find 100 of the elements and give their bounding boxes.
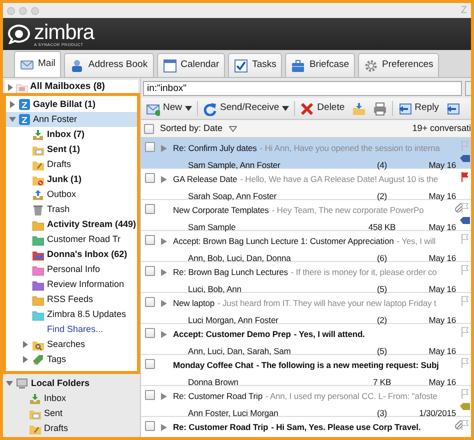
- account-name: Ann Foster: [33, 112, 78, 126]
- expand-arrow-icon[interactable]: [161, 269, 167, 276]
- flag-icon[interactable]: [460, 420, 468, 430]
- new-message-icon: [146, 102, 160, 116]
- junk-folder-icon: [32, 174, 44, 186]
- find-shares-link[interactable]: Find Shares...: [32, 322, 104, 336]
- flag-icon[interactable]: [460, 172, 468, 182]
- checkbox[interactable]: [145, 142, 155, 152]
- message-row[interactable]: GA Release Date - Hello, We have a GA Release Date! August 10 is the Sarah Soap, Ann Foster (2) May 16: [141, 169, 471, 200]
- folder-item[interactable]: Personal Info: [47, 262, 100, 276]
- message-date: May 16: [428, 252, 456, 264]
- expand-arrow-icon[interactable]: [161, 176, 167, 183]
- message-row[interactable]: Re: Brown Bag Lunch Lectures - If there is money for it, please order co Luci, Bob, Ann (5) May 16: [141, 262, 471, 293]
- sort-label[interactable]: Sorted by: Date: [160, 122, 223, 136]
- folder-item[interactable]: Customer Road Tr: [47, 232, 121, 246]
- person-icon: [70, 58, 84, 72]
- collapse-arrow-icon[interactable]: [9, 116, 16, 123]
- checkbox[interactable]: [145, 359, 155, 369]
- folder-item[interactable]: Sent (1): [47, 142, 80, 156]
- message-subject: GA Release Date: [173, 173, 238, 186]
- expand-arrow-icon[interactable]: [22, 356, 29, 363]
- folder-item[interactable]: Trash: [47, 202, 70, 216]
- collapse-arrow-icon[interactable]: [6, 380, 13, 387]
- toolbar-button[interactable]: Reply: [396, 101, 441, 116]
- expand-arrow-icon[interactable]: [161, 331, 167, 338]
- message-sender: Luci Morgan, Ann Foster: [188, 314, 278, 326]
- message-subject: Re: Confirm July dates: [173, 142, 257, 155]
- checkbox-icon: [234, 58, 248, 72]
- expand-arrow-icon[interactable]: [161, 424, 167, 431]
- folder-item[interactable]: Donna's Inbox (62): [47, 248, 128, 262]
- tab[interactable]: Calendar: [156, 53, 226, 77]
- search-button[interactable]: [465, 81, 471, 96]
- message-sender: Sam Sample: [188, 220, 236, 234]
- folder-item[interactable]: Activity Stream (449): [47, 218, 136, 232]
- folder-item[interactable]: Drafts: [47, 158, 72, 172]
- folder-item[interactable]: Outbox: [47, 188, 76, 202]
- toolbar-button[interactable]: Send/Receive: [201, 101, 292, 116]
- expand-arrow-icon[interactable]: [161, 238, 167, 245]
- shared-folder-icon: [32, 248, 44, 260]
- message-row[interactable]: Re: Customer Road Trip - Hi Sam, Yes. Please use Corp Travel.: [141, 417, 471, 437]
- tab[interactable]: Briefcase: [285, 53, 356, 77]
- folder-item[interactable]: RSS Feeds: [47, 292, 94, 306]
- sent-folder-icon: [32, 144, 44, 156]
- checkbox[interactable]: [145, 328, 155, 338]
- expand-arrow-icon[interactable]: [9, 101, 16, 108]
- search-field[interactable]: in:"inbox": [143, 81, 462, 96]
- sort-icon[interactable]: [228, 126, 237, 132]
- message-row[interactable]: Accept: Customer Demo Prep - Yes, I will attend. Ann, Luci, Dan, Sarah, Sam (5) May 16: [141, 324, 471, 355]
- computer-icon: [16, 378, 28, 389]
- folder-item[interactable]: Searches: [47, 338, 86, 352]
- folder-item[interactable]: Sent: [44, 406, 63, 420]
- toolbar-button[interactable]: Delete: [298, 101, 347, 116]
- folder-item[interactable]: Zimbra 8.5 Updates: [47, 308, 126, 322]
- message-row[interactable]: Re: Confirm July dates - Hi Ann, Have you opened the session to interna Sam Sample, Ann Foster (4) May 16: [141, 138, 471, 169]
- folder-item[interactable]: Inbox: [44, 392, 66, 406]
- folder-item[interactable]: Drafts: [44, 422, 68, 436]
- expand-arrow-icon[interactable]: [7, 84, 14, 91]
- message-row[interactable]: Monday Coffee Chat - The following is a new meeting request: Subj Donna Brown 7 KB May 16: [141, 355, 471, 386]
- message-row[interactable]: Re: Customer Road Trip - Ann, I used my personal CC. L- From: "afoste Ann Foster, Luci Morgan (3) 1/30/2015: [141, 386, 471, 417]
- flag-icon[interactable]: [460, 203, 468, 213]
- tab[interactable]: Tasks: [228, 53, 282, 77]
- tab[interactable]: Address Book: [64, 53, 154, 77]
- message-subject: New laptop: [173, 297, 215, 310]
- tab[interactable]: Mail: [14, 51, 62, 77]
- select-all-checkbox[interactable]: [144, 124, 154, 134]
- message-date: May 16: [428, 314, 456, 326]
- refresh-icon: [203, 102, 218, 116]
- folder-item[interactable]: Junk (1): [47, 172, 82, 186]
- checkbox[interactable]: [145, 235, 155, 245]
- checkbox[interactable]: [145, 204, 155, 214]
- expand-arrow-icon[interactable]: [161, 300, 167, 307]
- message-subject: Re: Brown Bag Lunch Lectures: [173, 266, 288, 279]
- checkbox[interactable]: [145, 390, 155, 400]
- window-title: Z: [460, 4, 467, 18]
- message-date: 1/30/2015: [418, 406, 456, 420]
- checkbox[interactable]: [145, 421, 155, 431]
- message-row[interactable]: New Corporate Templates - Hey Team, The new corporate PowerPo Sam Sample 458 KB May 16: [141, 200, 471, 231]
- message-subject: New Corporate Templates: [173, 204, 269, 217]
- folder-item[interactable]: Review Information: [47, 278, 124, 292]
- expand-arrow-icon[interactable]: [161, 145, 167, 152]
- folder-item[interactable]: Tags: [47, 352, 66, 366]
- toolbar-button[interactable]: New: [144, 101, 194, 116]
- message-sender: Ann, Bob, Luci, Dan, Donna: [188, 252, 291, 264]
- checkbox[interactable]: [145, 173, 155, 183]
- delete-icon: [300, 102, 314, 116]
- folder-item[interactable]: Inbox (7): [47, 128, 84, 142]
- sent-folder-icon: [29, 408, 41, 420]
- message-row[interactable]: Accept: Brown Bag Lunch Lecture 1: Customer Appreciation - Yes, I will Ann, Bob, Luci, Dan, Donna (6) May 16: [141, 231, 471, 262]
- message-subject: Re: Customer Road Trip: [173, 421, 268, 434]
- message-preview: - Ann, I used my personal CC. L- From: "afoste: [265, 390, 438, 403]
- message-subject: Accept: Customer Demo Prep: [173, 328, 291, 341]
- message-row[interactable]: New laptop - Just heard from IT. They will have your new laptop Friday t Luci Morgan, Ann Foster (2) May 16: [141, 293, 471, 324]
- mailbox-icon: [16, 82, 28, 94]
- expand-arrow-icon[interactable]: [161, 393, 167, 400]
- checkbox[interactable]: [145, 266, 155, 276]
- expand-arrow-icon[interactable]: [22, 341, 29, 348]
- account-row[interactable]: Ann Foster: [6, 112, 137, 127]
- tab[interactable]: Preferences: [358, 53, 440, 77]
- account-row[interactable]: Gayle Billat (1): [6, 97, 137, 112]
- checkbox[interactable]: [145, 297, 155, 307]
